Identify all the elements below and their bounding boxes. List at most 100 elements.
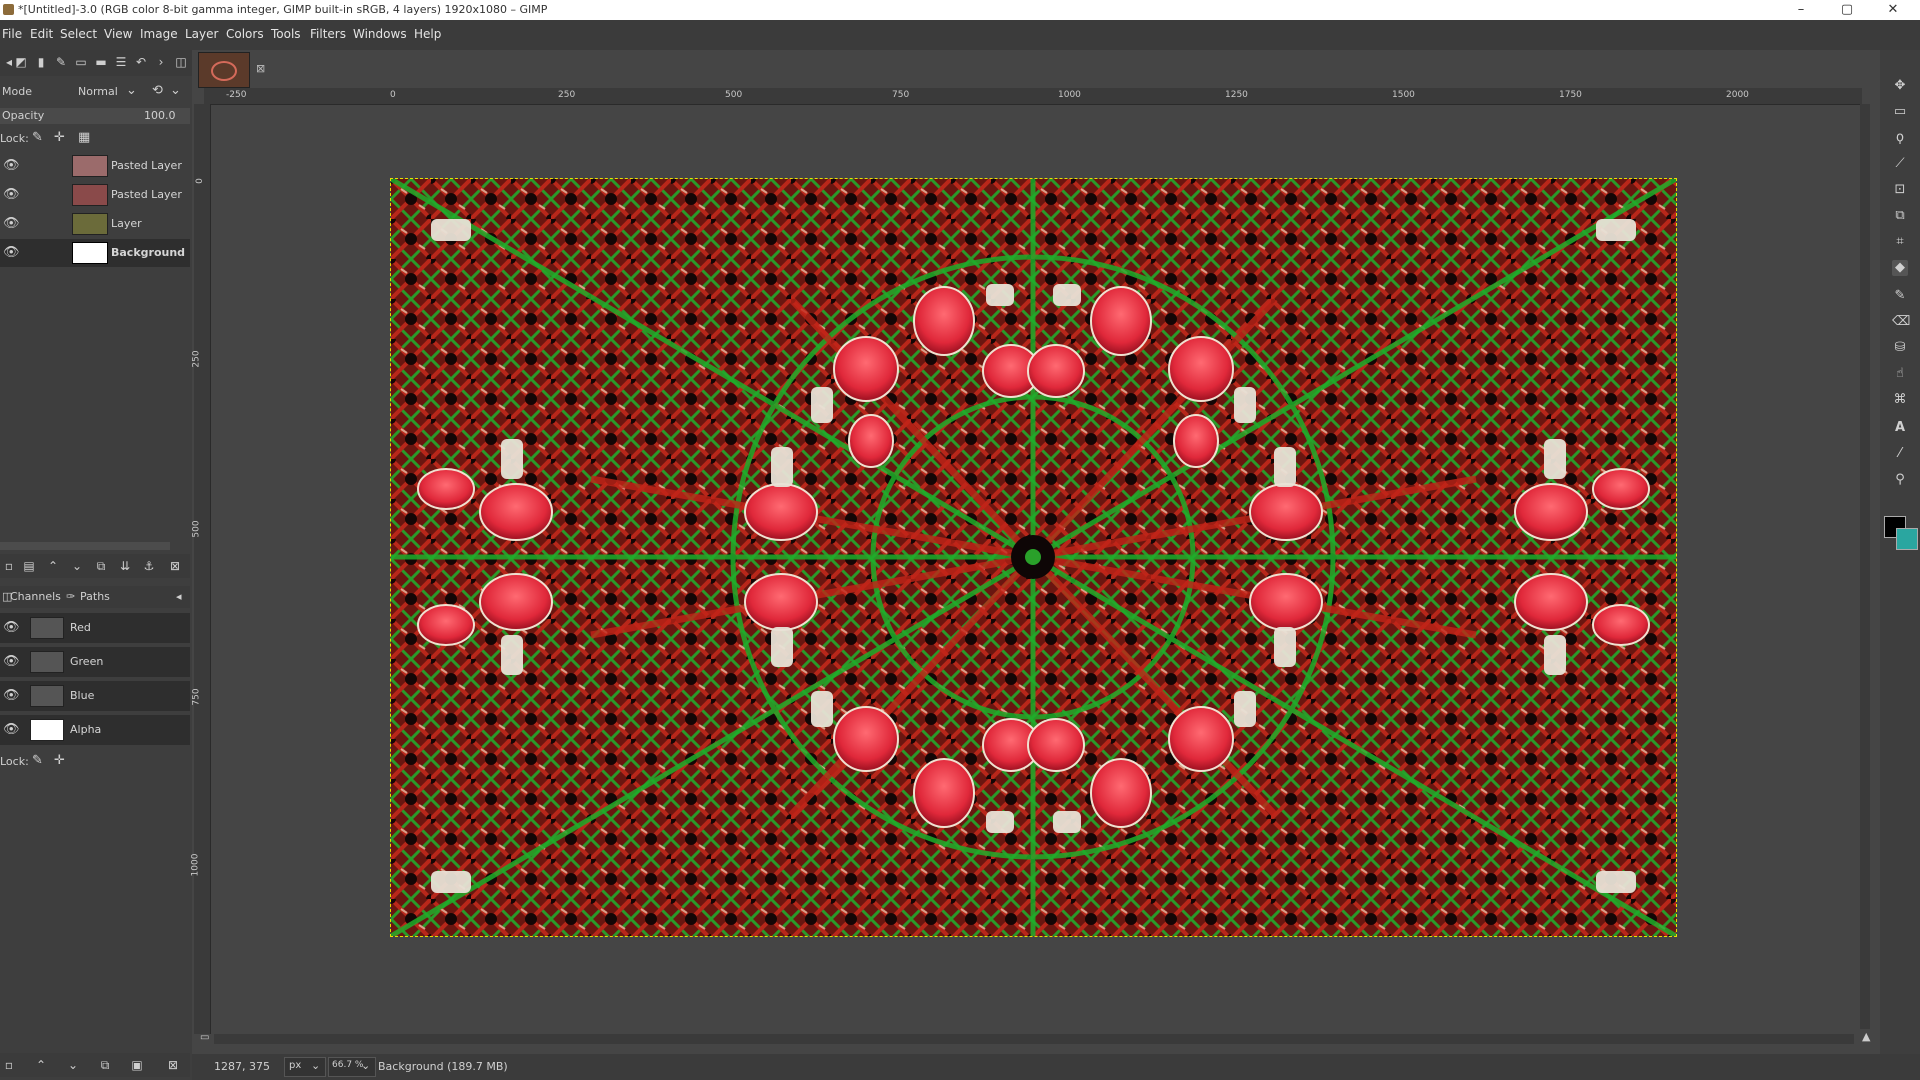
lock-pixels-icon[interactable]: ✎ <box>32 130 43 145</box>
menu-filters[interactable]: Filters <box>310 27 346 41</box>
eye-icon[interactable]: 👁 <box>3 188 21 202</box>
paths-tab-icon[interactable]: ✑ <box>66 590 75 603</box>
image-canvas[interactable] <box>390 178 1677 937</box>
maximize-button[interactable]: ▢ <box>1824 0 1870 20</box>
dock-menu-icon[interactable]: ◂ <box>176 590 182 603</box>
channel-row[interactable]: 👁 Blue <box>0 681 190 711</box>
duplicate-channel-icon[interactable]: ⧉ <box>98 1058 112 1072</box>
lock-alpha-icon[interactable]: ▦ <box>78 130 90 145</box>
ruler-top[interactable]: -250 0 250 500 750 1000 1250 1500 1750 2… <box>204 88 1862 105</box>
merge-layer-icon[interactable]: ⇊ <box>118 559 132 573</box>
menu-colors[interactable]: Colors <box>226 27 264 41</box>
rect-select-tool-icon[interactable]: ▭ <box>1892 104 1908 120</box>
image-tab-thumbnail[interactable] <box>198 52 250 88</box>
duplicate-layer-icon[interactable]: ⧉ <box>94 559 108 573</box>
images-icon[interactable]: ▭ <box>74 55 88 69</box>
layer-row[interactable]: 👁 Layer <box>0 210 190 238</box>
transform-tool-icon[interactable]: ⧉ <box>1892 208 1908 224</box>
minimize-button[interactable]: – <box>1778 0 1824 20</box>
lower-channel-icon[interactable]: ⌄ <box>66 1058 80 1072</box>
more-tabs-icon[interactable]: › <box>154 55 168 69</box>
crop-tool-icon[interactable]: ⊡ <box>1892 182 1908 198</box>
new-channel-icon[interactable]: ▫ <box>2 1058 16 1072</box>
quick-mask-icon[interactable]: ▭ <box>200 1032 209 1043</box>
zoom-tool-icon[interactable]: ⚲ <box>1892 472 1908 488</box>
tab-paths[interactable]: Paths <box>80 590 110 603</box>
opacity-value[interactable]: 100.0 <box>144 109 176 122</box>
new-layer-icon[interactable]: ▤ <box>22 559 36 573</box>
warp-tool-icon[interactable]: ⌗ <box>1892 234 1908 250</box>
layer-row[interactable]: 👁 Pasted Layer <box>0 181 190 209</box>
horizontal-scrollbar[interactable] <box>214 1034 1854 1044</box>
eye-icon[interactable]: 👁 <box>3 246 21 260</box>
lock-pixels-icon[interactable]: ✎ <box>32 753 43 768</box>
layer-row[interactable]: 👁 Pasted Layer <box>0 152 190 180</box>
eye-icon[interactable]: 👁 <box>3 723 21 737</box>
paintbrush-tool-icon[interactable]: ✎ <box>1892 288 1908 304</box>
menu-windows[interactable]: Windows <box>353 27 407 41</box>
menu-layer[interactable]: Layer <box>185 27 218 41</box>
menu-help[interactable]: Help <box>414 27 441 41</box>
chevron-down-icon[interactable]: ⌄ <box>126 83 137 98</box>
ruler-tick: 500 <box>191 520 202 538</box>
new-layer-group-icon[interactable]: ▫ <box>2 559 16 573</box>
eraser-tool-icon[interactable]: ⌫ <box>1892 314 1910 330</box>
free-select-tool-icon[interactable]: ϙ <box>1892 130 1908 146</box>
menu-select[interactable]: Select <box>60 27 97 41</box>
fonts-icon[interactable]: ▬ <box>94 55 108 69</box>
raise-layer-icon[interactable]: ⌃ <box>46 559 60 573</box>
dock-menu-icon[interactable]: ◫ <box>174 55 188 69</box>
navigate-icon[interactable]: ▲ <box>1862 1030 1870 1043</box>
mode-select[interactable]: Normal <box>78 85 118 98</box>
paths-tool-icon[interactable]: ⌘ <box>1892 392 1908 408</box>
anchor-layer-icon[interactable]: ⚓ <box>142 559 156 573</box>
menu-view[interactable]: View <box>104 27 132 41</box>
channel-row[interactable]: 👁 Red <box>0 613 190 643</box>
text-tool-icon[interactable]: A <box>1892 420 1908 436</box>
delete-channel-icon[interactable]: ⊠ <box>166 1058 180 1072</box>
color-picker-tool-icon[interactable]: ⁄ <box>1892 446 1908 462</box>
menu-file[interactable]: File <box>2 27 22 41</box>
vertical-scrollbar[interactable] <box>1860 104 1870 1029</box>
eye-icon[interactable]: 👁 <box>3 621 21 635</box>
layers-tab-icon[interactable]: ☰ <box>114 55 128 69</box>
move-tool-icon[interactable]: ✥ <box>1892 78 1908 94</box>
eye-icon[interactable]: 👁 <box>3 655 21 669</box>
bucket-fill-tool-icon[interactable]: ◆ <box>1892 260 1908 276</box>
eye-icon[interactable]: 👁 <box>3 159 21 173</box>
brushes-icon[interactable]: ✎ <box>54 55 68 69</box>
tab-channels[interactable]: Channels <box>10 590 61 603</box>
smudge-tool-icon[interactable]: ☝ <box>1892 366 1908 382</box>
fuzzy-select-tool-icon[interactable]: ⟋ <box>1892 156 1908 172</box>
channel-name: Blue <box>70 689 95 702</box>
close-window-button[interactable]: ✕ <box>1870 0 1916 20</box>
layer-row-selected[interactable]: 👁 Background <box>0 239 190 267</box>
menu-tools[interactable]: Tools <box>271 27 301 41</box>
zoom-select[interactable]: 66.7 % ⌄ <box>328 1057 376 1077</box>
ruler-left[interactable]: 0 250 500 750 1000 <box>190 104 211 1034</box>
menu-edit[interactable]: Edit <box>30 27 53 41</box>
mode-swap-icon[interactable]: ⟲ <box>152 83 163 98</box>
chevron-down-icon[interactable]: ⌄ <box>170 83 181 98</box>
raise-channel-icon[interactable]: ⌃ <box>34 1058 48 1072</box>
channel-row[interactable]: 👁 Alpha <box>0 715 190 745</box>
undo-history-icon[interactable]: ▮ <box>34 55 48 69</box>
layers-scrollbar[interactable] <box>0 542 170 550</box>
background-color-swatch[interactable] <box>1896 528 1918 550</box>
unit-select[interactable]: px ⌄ <box>284 1057 326 1077</box>
menu-image[interactable]: Image <box>140 27 178 41</box>
delete-layer-icon[interactable]: ⊠ <box>168 559 182 573</box>
undo-icon[interactable]: ↶ <box>134 55 148 69</box>
eye-icon[interactable]: 👁 <box>3 217 21 231</box>
channel-row[interactable]: 👁 Green <box>0 647 190 677</box>
lock-position-icon[interactable]: ✛ <box>54 753 65 768</box>
opacity-label: Opacity <box>2 109 45 122</box>
eye-icon[interactable]: 👁 <box>3 689 21 703</box>
lock-position-icon[interactable]: ✛ <box>54 130 65 145</box>
close-tab-icon[interactable]: ⊠ <box>256 62 265 75</box>
device-status-icon[interactable]: ◩ <box>14 55 28 69</box>
channel-to-selection-icon[interactable]: ▣ <box>130 1058 144 1072</box>
lower-layer-icon[interactable]: ⌄ <box>70 559 84 573</box>
menu-bar: File Edit Select View Image Layer Colors… <box>0 20 1920 50</box>
clone-tool-icon[interactable]: ⛁ <box>1892 340 1908 356</box>
